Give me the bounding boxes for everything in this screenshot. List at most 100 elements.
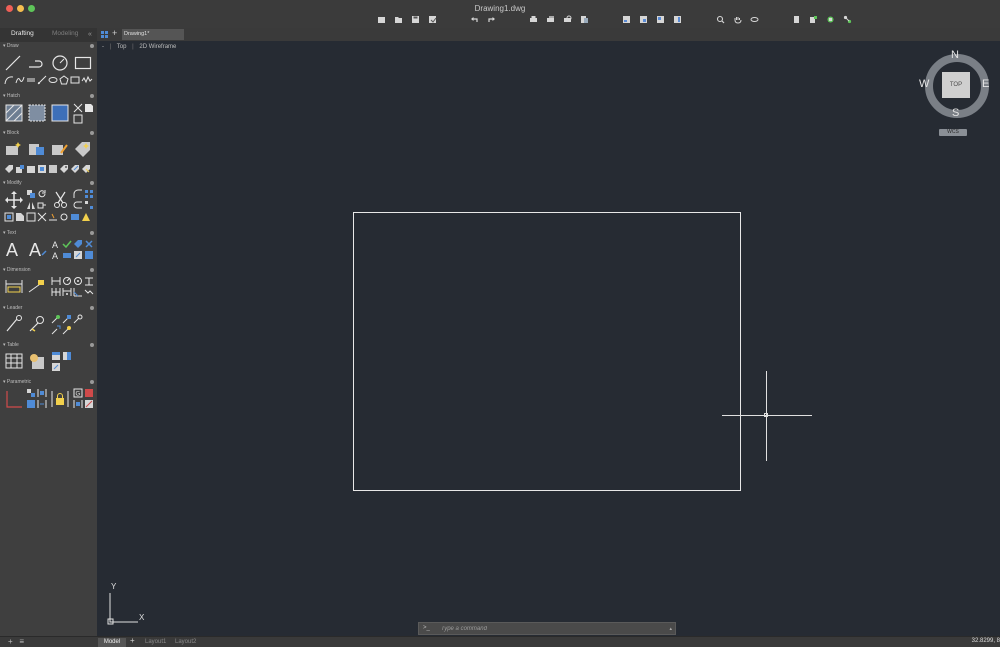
dim-tool-e-icon[interactable] [51,287,61,297]
donut-tool-icon[interactable] [70,75,80,85]
file-icon[interactable] [792,15,801,24]
save-icon[interactable] [411,15,420,24]
drawn-rectangle[interactable] [353,212,741,491]
array-path-tool-icon[interactable] [84,200,94,210]
wcs-menu[interactable]: WCS [939,129,967,136]
text-tool-h-icon[interactable] [84,250,94,260]
properties-icon[interactable] [656,15,665,24]
section-header-parametric[interactable]: ▾ Parametric [0,378,97,387]
polygon-tool-icon[interactable] [59,75,69,85]
param-tool-e-icon[interactable]: G [73,388,83,398]
section-header-modify[interactable]: ▾ Modify [0,179,97,188]
layout-icon[interactable] [673,15,682,24]
leader-tool-b-icon[interactable] [62,314,72,324]
param-tool-h-icon[interactable] [84,399,94,409]
wipeout-tool-icon[interactable] [84,103,94,113]
multiline-text-icon[interactable]: A [5,239,23,259]
tab-modeling[interactable]: Modeling [52,30,78,37]
line-tool-icon[interactable] [5,55,21,71]
dim-tool-a-icon[interactable] [51,276,61,286]
compass-south[interactable]: S [952,107,959,119]
multileader-icon[interactable] [5,315,23,333]
leader-tool-a-icon[interactable] [51,314,61,324]
table-tool-icon[interactable] [5,353,23,369]
leader-tool-d-icon[interactable] [51,325,61,335]
save-as-icon[interactable] [428,15,437,24]
gear-icon[interactable] [90,44,94,48]
leader-tool-c-icon[interactable] [73,314,83,324]
param-tool-a-icon[interactable] [26,388,36,398]
block-tool-h-icon[interactable] [81,164,91,174]
gradient-tool-icon[interactable] [28,104,46,122]
circle-tool-icon[interactable] [51,54,69,72]
compass-west[interactable]: W [919,78,929,90]
visual-style-label[interactable]: 2D Wireframe [139,44,176,50]
section-header-leader[interactable]: ▾ Leader [0,304,97,313]
rectangle-tool-icon[interactable] [74,55,92,71]
param-tool-c-icon[interactable] [26,399,36,409]
table-tool-a-icon[interactable] [51,351,61,361]
share-icon[interactable] [843,15,852,24]
aligned-dimension-icon[interactable] [28,278,46,294]
ray-tool-icon[interactable] [37,75,47,85]
text-tool-e-icon[interactable]: A [51,250,61,260]
table-tool-c-icon[interactable] [51,362,61,372]
region-tool-icon[interactable] [73,103,83,113]
tab-drawing1[interactable]: Drawing1* [122,29,184,40]
block-tool-e-icon[interactable] [48,164,58,174]
text-tool-f-icon[interactable] [62,250,72,260]
fillet-tool-icon[interactable] [73,189,83,199]
modify-tool-a-icon[interactable] [4,212,14,222]
revcloud-tool-icon[interactable] [81,75,93,85]
batch-plot-icon[interactable] [546,15,555,24]
param-tool-d-icon[interactable] [37,399,47,409]
modify-tool-c-icon[interactable] [26,212,36,222]
gear-icon[interactable] [90,343,94,347]
spline-tool-icon[interactable] [15,75,25,85]
layer-icon[interactable] [639,15,648,24]
gear-icon[interactable] [90,94,94,98]
table-tool-b-icon[interactable] [62,351,72,361]
ellipse-tool-icon[interactable] [48,75,58,85]
viewcube[interactable]: TOP N S E W [919,49,992,121]
leader-tool-e-icon[interactable] [62,325,72,335]
compass-east[interactable]: E [982,78,989,90]
gear-icon[interactable] [90,306,94,310]
dim-tool-g-icon[interactable] [73,287,83,297]
create-block-icon[interactable] [5,141,23,157]
text-tool-c-icon[interactable] [73,239,83,249]
rotate-tool-icon[interactable] [37,189,47,199]
publish-icon[interactable] [580,15,589,24]
geometric-constraint-icon[interactable] [5,390,23,408]
modify-tool-d-icon[interactable] [48,212,58,222]
block-tool-d-icon[interactable] [37,164,47,174]
viewcube-top-face[interactable]: TOP [942,72,970,98]
plot-preview-icon[interactable] [563,15,572,24]
gear-icon[interactable] [90,268,94,272]
pan-icon[interactable] [733,15,742,24]
view-label[interactable]: Top [117,44,127,50]
dim-tool-c-icon[interactable] [73,276,83,286]
section-header-draw[interactable]: ▾ Draw [0,42,97,51]
orbit-icon[interactable] [750,15,759,24]
gear-icon[interactable] [90,231,94,235]
hatch-tool-icon[interactable] [5,104,23,122]
copy-tool-icon[interactable] [26,189,36,199]
linear-dimension-icon[interactable] [5,278,23,294]
status-add-icon[interactable]: + ≡ [8,637,24,646]
param-tool-b-icon[interactable] [37,388,47,398]
command-input[interactable] [441,624,666,634]
stretch-tool-icon[interactable] [37,200,47,210]
sync-icon[interactable] [826,15,835,24]
command-history-icon[interactable]: ▴ [669,626,672,632]
new-icon[interactable] [377,15,386,24]
gear-icon[interactable] [90,181,94,185]
plot-icon[interactable] [529,15,538,24]
trim-tool-icon[interactable] [53,191,69,209]
text-tool-a-icon[interactable]: A [51,239,61,249]
attach-icon[interactable] [809,15,818,24]
mirror-tool-icon[interactable] [26,200,36,210]
gear-icon[interactable] [90,131,94,135]
erase-tool-icon[interactable] [81,212,91,222]
param-tool-g-icon[interactable] [73,399,83,409]
